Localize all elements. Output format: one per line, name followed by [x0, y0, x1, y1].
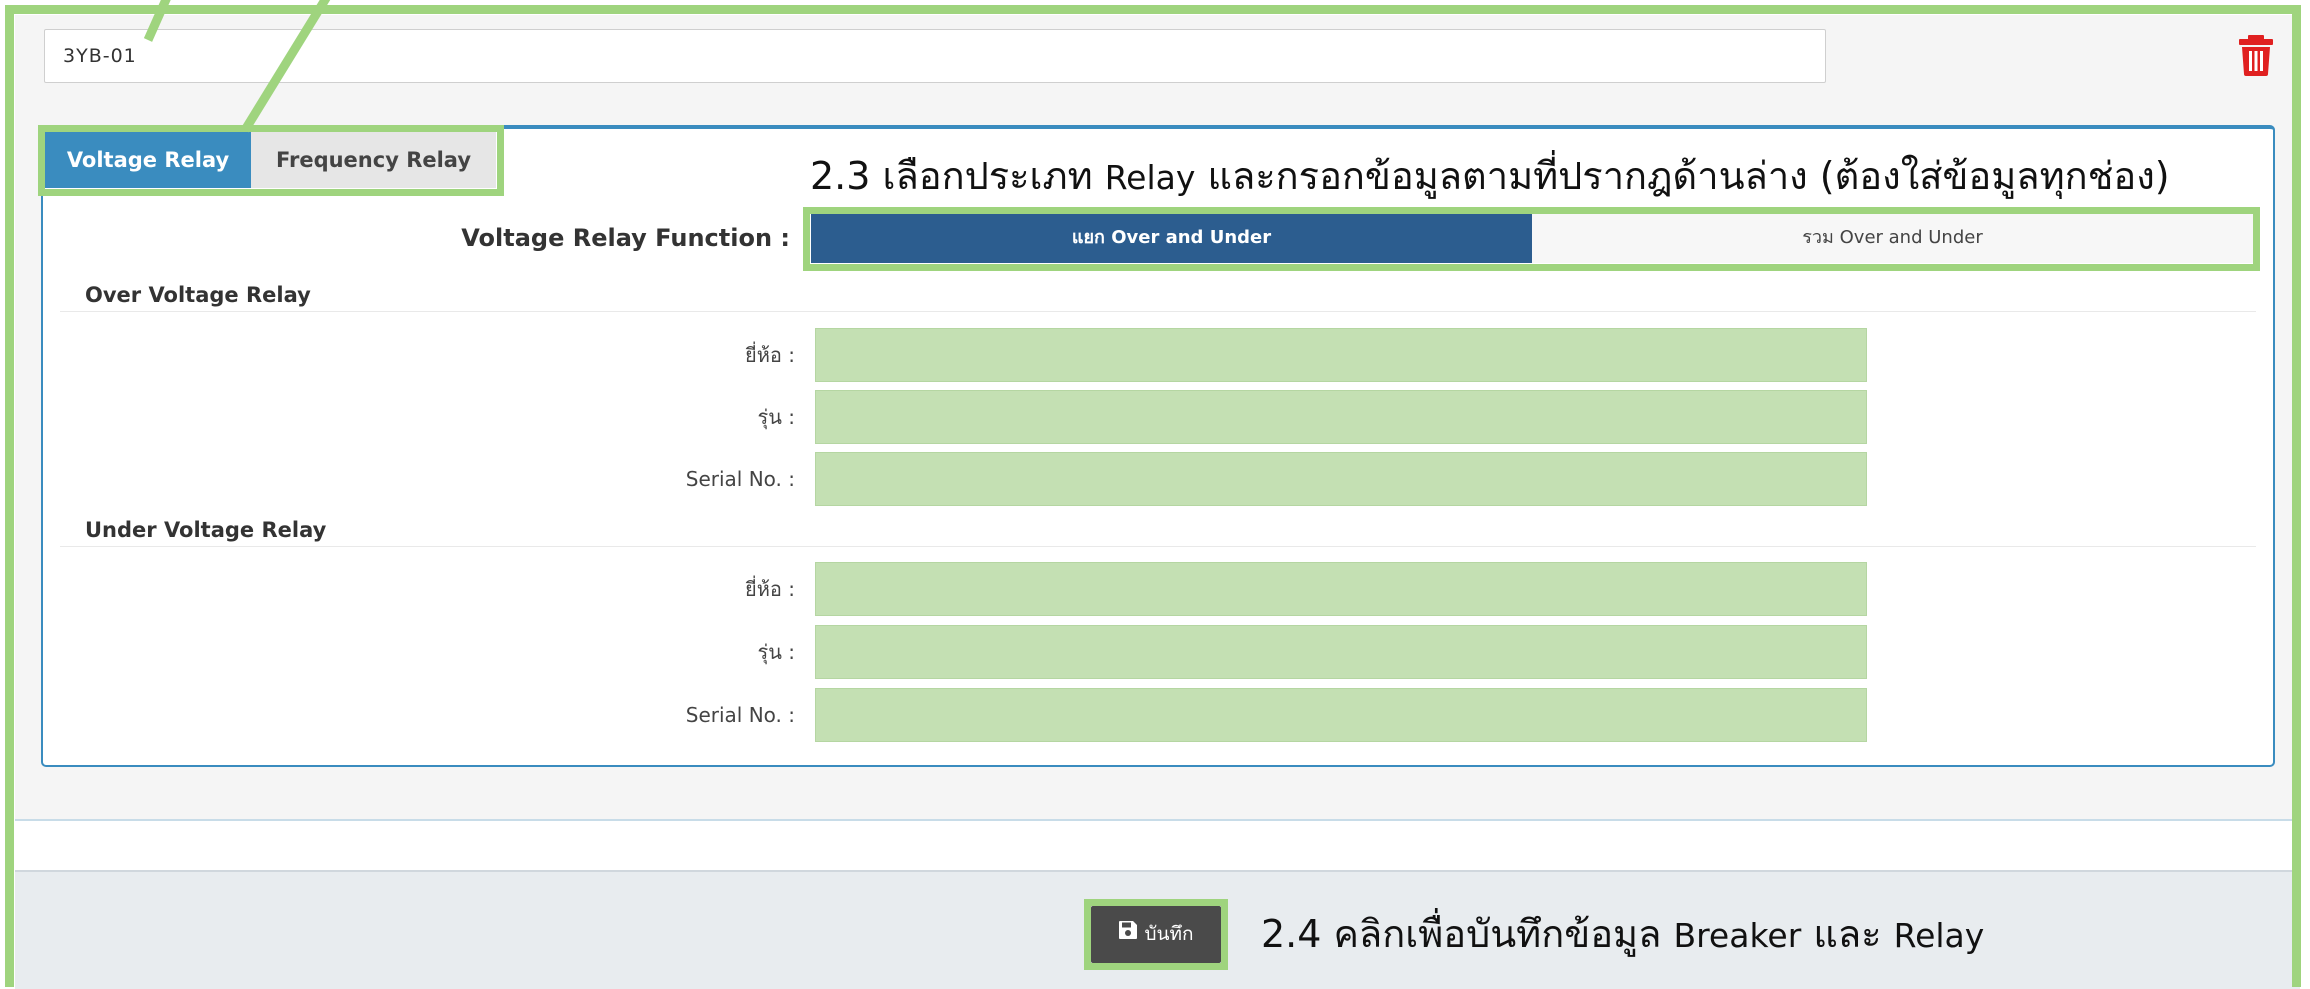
section-title-over-voltage: Over Voltage Relay — [85, 283, 311, 307]
section-divider — [60, 546, 2256, 547]
over-model-input[interactable] — [815, 390, 1867, 444]
over-brand-label: ยี่ห้อ : — [744, 343, 795, 367]
instruction-step-2-3: 2.3 เลือกประเภท Relay และกรอกข้อมูลตามที… — [810, 148, 2250, 206]
instruction-23-suffix: และกรอกข้อมูลตามที่ปรากฎด้านล่าง (ต้องใส… — [1195, 154, 2170, 198]
instruction-24-mid: และ — [1801, 912, 1894, 956]
under-serial-label: Serial No. : — [685, 703, 795, 727]
trash-icon[interactable] — [2237, 34, 2275, 76]
instruction-23-prefix: 2.3 เลือกประเภท — [810, 154, 1105, 198]
over-model-label: รุ่น : — [757, 405, 795, 429]
instruction-step-2-4: 2.4 คลิกเพื่อบันทึกข้อมูล Breaker และ Re… — [1261, 904, 1984, 966]
breaker-code-field[interactable]: 3YB-01 — [44, 29, 1826, 83]
over-serial-label: Serial No. : — [685, 467, 795, 491]
over-serial-input[interactable] — [815, 452, 1867, 506]
instruction-24-word1: Breaker — [1673, 916, 1802, 955]
under-brand-input[interactable] — [815, 562, 1867, 616]
section-divider — [60, 311, 2256, 312]
instruction-24-prefix: 2.4 คลิกเพื่อบันทึกข้อมูล — [1261, 912, 1674, 956]
over-brand-input[interactable] — [815, 328, 1867, 382]
under-model-input[interactable] — [815, 625, 1867, 679]
section-title-under-voltage: Under Voltage Relay — [85, 518, 327, 542]
under-serial-input[interactable] — [815, 688, 1867, 742]
instruction-24-word2: Relay — [1893, 916, 1985, 955]
under-model-label: รุ่น : — [757, 640, 795, 664]
under-brand-label: ยี่ห้อ : — [744, 577, 795, 601]
instruction-23-word: Relay — [1104, 158, 1196, 197]
tabs-annotation-highlight — [38, 125, 504, 196]
function-annotation-highlight — [803, 207, 2260, 271]
voltage-relay-function-label: Voltage Relay Function : — [461, 224, 790, 252]
save-annotation-highlight — [1084, 899, 1228, 970]
